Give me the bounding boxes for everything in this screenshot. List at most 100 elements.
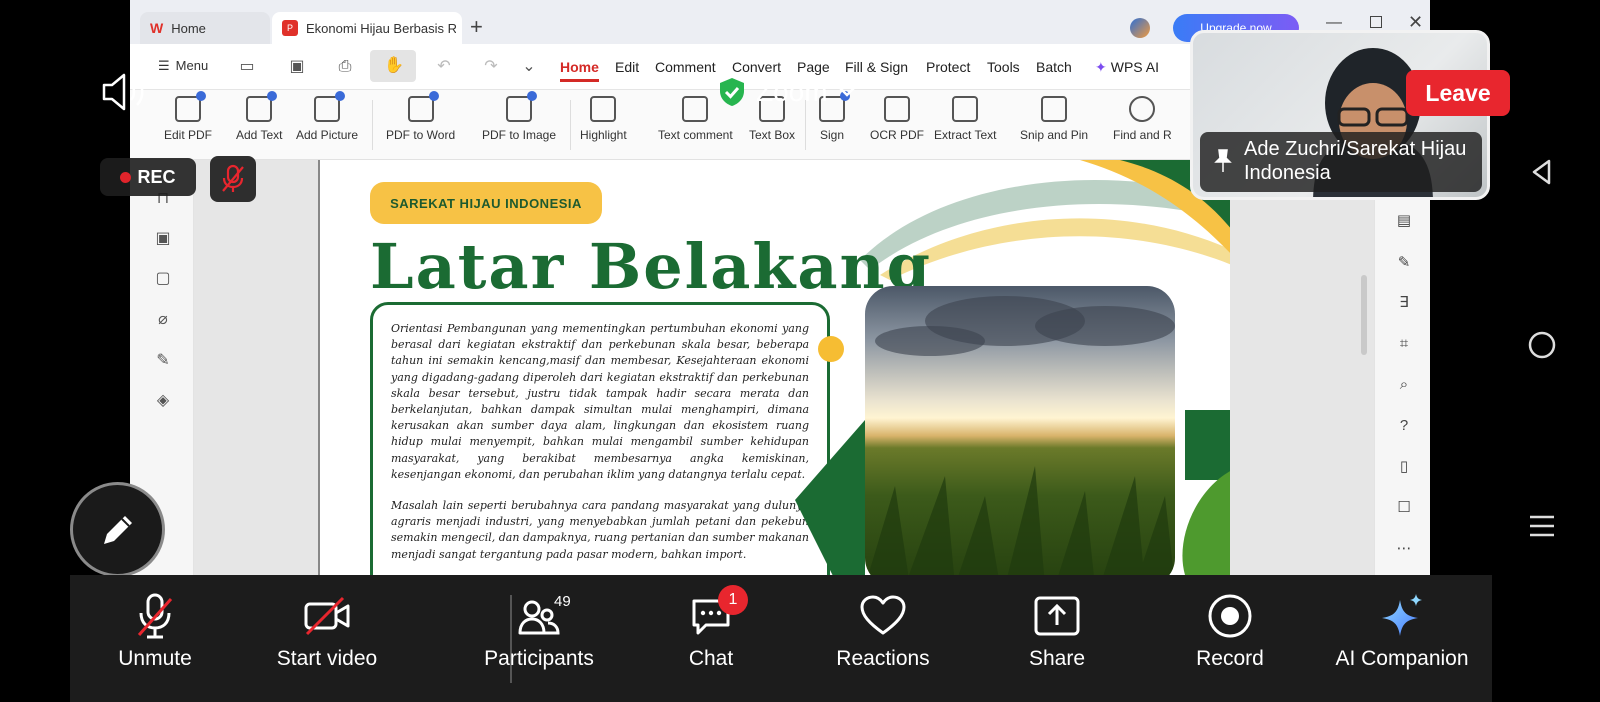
hamburger-icon: ☰ — [158, 58, 170, 73]
extract-text-button[interactable]: Extract Text — [934, 96, 996, 142]
search-icon[interactable]: ⌕ — [1395, 376, 1413, 394]
record-dot-icon — [120, 171, 132, 183]
ai-companion-label: AI Companion — [1335, 647, 1469, 670]
edit-note-icon[interactable]: ☐ — [1395, 499, 1413, 517]
reactions-label: Reactions — [836, 647, 930, 670]
participants-button[interactable]: 49 Participants — [454, 591, 624, 681]
participants-icon: 49 — [518, 591, 571, 641]
ribbon-label: PDF to Image — [482, 128, 557, 142]
layers-icon[interactable]: ◈ — [154, 392, 172, 410]
zoom-brand-label: Zoom — [756, 76, 828, 107]
share-button[interactable]: Share — [972, 591, 1142, 681]
redo-icon[interactable]: ↷ — [482, 58, 500, 76]
menu-convert[interactable]: Convert — [732, 59, 781, 75]
pdf-to-image-button[interactable]: PDF to Image — [482, 91, 557, 142]
menu-page[interactable]: Page — [797, 59, 830, 75]
ai-companion-button[interactable]: AI Companion — [1317, 591, 1487, 681]
menu-home[interactable]: Home — [560, 59, 599, 82]
more-icon[interactable]: ⋯ — [1395, 540, 1413, 558]
leave-button[interactable]: Leave — [1406, 70, 1510, 116]
pdf-page: SAREKAT HIJAU INDONESIA Latar Belakang O… — [318, 160, 1230, 575]
sign-tool-icon[interactable]: ✎ — [1395, 254, 1413, 272]
home-nav-icon[interactable] — [1512, 315, 1572, 375]
new-tab-icon[interactable]: + — [470, 14, 483, 40]
signature-icon[interactable]: ✎ — [154, 352, 172, 370]
find-replace-button[interactable]: Find and R — [1113, 96, 1172, 142]
add-text-button[interactable]: Add Text — [236, 91, 282, 142]
pdf-to-word-button[interactable]: PDF to Word — [386, 91, 455, 142]
ribbon-label: Text Box — [749, 128, 796, 142]
scrollbar-thumb[interactable] — [1361, 275, 1367, 355]
wps-logo-icon: W — [150, 20, 164, 36]
pdf-to-image-icon — [506, 91, 538, 122]
tab-home[interactable]: W Home — [140, 12, 270, 44]
read-mode-icon[interactable]: ▯ — [1395, 458, 1413, 476]
mic-muted-indicator — [210, 156, 256, 202]
menu-comment[interactable]: Comment — [655, 59, 716, 75]
menu-tools[interactable]: Tools — [987, 59, 1020, 75]
edit-pdf-button[interactable]: Edit PDF — [164, 91, 213, 142]
maximize-icon[interactable] — [1370, 16, 1382, 28]
ribbon-label: OCR PDF — [870, 128, 924, 142]
document-properties-icon[interactable]: ▤ — [1395, 212, 1413, 230]
shield-check-icon — [720, 78, 744, 106]
add-picture-button[interactable]: Add Picture — [296, 91, 359, 142]
add-picture-icon — [314, 91, 346, 122]
ribbon-label: Add Picture — [296, 128, 359, 142]
ocr-pdf-button[interactable]: OCR PDF — [870, 96, 924, 142]
pin-icon — [1214, 149, 1232, 172]
menu-fill-sign[interactable]: Fill & Sign — [845, 59, 908, 75]
unmute-button[interactable]: Unmute — [70, 591, 240, 681]
tab-label: Ekonomi Hijau Berbasis Remp — [306, 20, 456, 36]
participants-label: Participants — [484, 647, 594, 670]
tab-document[interactable]: P Ekonomi Hijau Berbasis Remp — [272, 12, 462, 44]
comment-icon[interactable]: ▢ — [154, 270, 172, 288]
hand-icon: ✋ — [384, 57, 404, 74]
menu-edit[interactable]: Edit — [615, 59, 639, 75]
open-folder-icon[interactable]: ▭ — [238, 58, 256, 76]
menu-wps-ai[interactable]: ✦ WPS AI — [1095, 59, 1159, 76]
snip-pin-icon — [1041, 96, 1068, 122]
highlight-button[interactable]: Highlight — [580, 96, 627, 142]
compare-icon[interactable]: ∃ — [1395, 294, 1413, 312]
recording-indicator[interactable]: REC — [100, 158, 196, 196]
account-avatar[interactable] — [1130, 18, 1150, 38]
menu-button[interactable]: ☰ Menu — [158, 58, 208, 74]
photo-cloud — [1035, 306, 1175, 346]
crop-page-icon[interactable]: ⌗ — [1395, 335, 1413, 353]
share-screen-icon — [1033, 591, 1081, 641]
attachment-icon[interactable]: ⌀ — [154, 311, 172, 329]
help-icon[interactable]: ? — [1395, 417, 1413, 435]
save-icon[interactable]: ▣ — [288, 58, 306, 76]
pencil-icon — [103, 515, 132, 544]
recents-nav-icon[interactable] — [1512, 496, 1572, 556]
meeting-toolbar: Unmute Start video 49 Participants 1 Cha… — [70, 575, 1492, 702]
right-sidebar: ▤ ✎ ∃ ⌗ ⌕ ? ▯ ☐ ⋯ — [1361, 160, 1430, 575]
speaker-icon[interactable] — [100, 70, 150, 114]
thumbnail-icon[interactable]: ▣ — [154, 230, 172, 248]
undo-icon[interactable]: ↶ — [435, 58, 453, 76]
ribbon-label: Edit PDF — [164, 128, 213, 142]
annotate-button[interactable] — [70, 482, 165, 577]
chat-unread-badge: 1 — [718, 585, 748, 615]
record-icon — [1207, 591, 1253, 641]
chat-label: Chat — [688, 647, 734, 670]
print-icon[interactable]: ⎙ — [336, 58, 354, 76]
menu-batch[interactable]: Batch — [1036, 59, 1072, 75]
edit-pdf-icon — [175, 91, 206, 122]
reactions-button[interactable]: Reactions — [798, 591, 968, 681]
share-label: Share — [1028, 647, 1086, 670]
record-button[interactable]: Record — [1145, 591, 1315, 681]
background-textbox: Orientasi Pembangunan yang mementingkan … — [370, 302, 830, 575]
zoom-meeting-title[interactable]: Zoom — [718, 76, 856, 108]
menu-protect[interactable]: Protect — [926, 59, 970, 75]
ribbon-label: Find and R — [1113, 128, 1172, 142]
snip-pin-button[interactable]: Snip and Pin — [1020, 96, 1088, 142]
chat-button[interactable]: 1 Chat — [626, 585, 796, 681]
start-video-button[interactable]: Start video — [242, 591, 412, 681]
chevron-down-icon[interactable]: ⌄ — [520, 58, 538, 76]
hand-tool-button[interactable]: ✋ — [370, 50, 416, 82]
document-canvas: SAREKAT HIJAU INDONESIA Latar Belakang O… — [194, 160, 1374, 575]
back-nav-icon[interactable] — [1512, 142, 1572, 202]
corn-rows — [868, 466, 1174, 575]
